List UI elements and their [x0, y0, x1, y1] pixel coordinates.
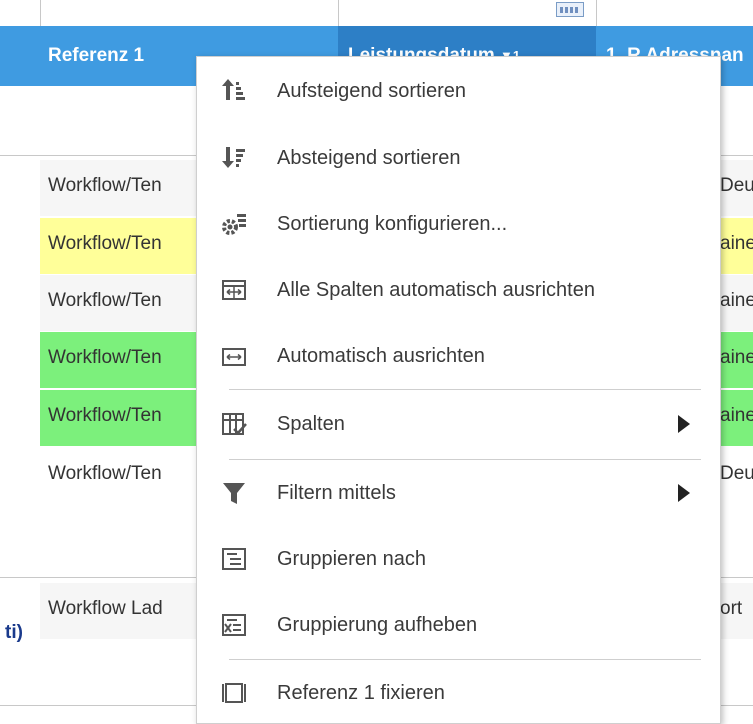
menu-separator: [229, 389, 701, 390]
menu-item-pin-column[interactable]: Referenz 1 fixieren: [197, 663, 720, 723]
menu-item-sort-ascending[interactable]: Aufsteigend sortieren: [197, 61, 720, 121]
menu-item-label: Automatisch ausrichten: [277, 344, 485, 367]
menu-item-sort-descending[interactable]: Absteigend sortieren: [197, 128, 720, 188]
sort-config-icon: [221, 211, 247, 237]
table-cell[interactable]: Deu: [720, 448, 753, 504]
menu-item-label: Referenz 1 fixieren: [277, 681, 445, 704]
table-cell[interactable]: Workflow/Ten: [40, 275, 200, 331]
table-cell[interactable]: Deu: [720, 160, 753, 216]
submenu-arrow-icon: [678, 415, 690, 433]
menu-item-label: Filtern mittels: [277, 481, 396, 504]
column-divider: [40, 0, 41, 26]
autofit-all-columns-icon: [221, 277, 247, 303]
menu-item-group-by[interactable]: Gruppieren nach: [197, 529, 720, 589]
submenu-arrow-icon: [678, 484, 690, 502]
group-by-icon: [221, 546, 247, 572]
table-cell[interactable]: Workflow/Ten: [40, 332, 200, 388]
menu-separator: [229, 659, 701, 660]
menu-item-label: Aufsteigend sortieren: [277, 79, 467, 102]
menu-item-autofit-all-columns[interactable]: Alle Spalten automatisch ausrichten: [197, 260, 720, 320]
menu-item-configure-sort[interactable]: Sortierung konfigurieren...: [197, 194, 720, 254]
table-cell[interactable]: aine: [720, 332, 753, 388]
group-label: ti): [5, 622, 23, 643]
menu-item-columns[interactable]: Spalten: [197, 394, 720, 454]
table-cell[interactable]: aine: [720, 218, 753, 274]
menu-separator: [229, 459, 701, 460]
table-cell[interactable]: aine: [720, 275, 753, 331]
grid-filter-row: [0, 0, 753, 26]
pin-column-icon: [221, 680, 247, 706]
ungroup-icon: [221, 612, 247, 638]
autofit-column-icon: [221, 343, 247, 369]
table-cell[interactable]: Workflow Lad: [40, 583, 200, 639]
table-cell[interactable]: Workflow/Ten: [40, 160, 200, 216]
column-divider: [596, 0, 597, 26]
menu-item-label: Gruppieren nach: [277, 547, 426, 570]
menu-item-filter[interactable]: Filtern mittels: [197, 463, 720, 523]
column-context-menu: Aufsteigend sortieren Absteigend sortier…: [196, 56, 721, 724]
menu-item-autofit[interactable]: Automatisch ausrichten: [197, 326, 720, 386]
menu-item-label: Gruppierung aufheben: [277, 613, 478, 636]
menu-item-label: Absteigend sortieren: [277, 146, 461, 169]
column-header-label: Referenz 1: [48, 45, 145, 66]
menu-item-label: Sortierung konfigurieren...: [277, 212, 508, 235]
menu-item-label: Alle Spalten automatisch ausrichten: [277, 278, 595, 301]
sort-descending-icon: [221, 145, 247, 171]
menu-item-label: Spalten: [277, 412, 345, 435]
column-divider: [338, 0, 339, 26]
filter-icon: [221, 480, 247, 506]
columns-icon: [221, 411, 247, 437]
table-cell[interactable]: ort: [720, 583, 753, 639]
table-cell[interactable]: aine: [720, 390, 753, 446]
sort-ascending-icon: [221, 78, 247, 104]
menu-item-ungroup[interactable]: Gruppierung aufheben: [197, 595, 720, 655]
table-cell[interactable]: Workflow/Ten: [40, 218, 200, 274]
calendar-icon[interactable]: [556, 2, 584, 17]
table-cell[interactable]: Workflow/Ten: [40, 390, 200, 446]
table-cell[interactable]: Workflow/Ten: [40, 448, 200, 504]
